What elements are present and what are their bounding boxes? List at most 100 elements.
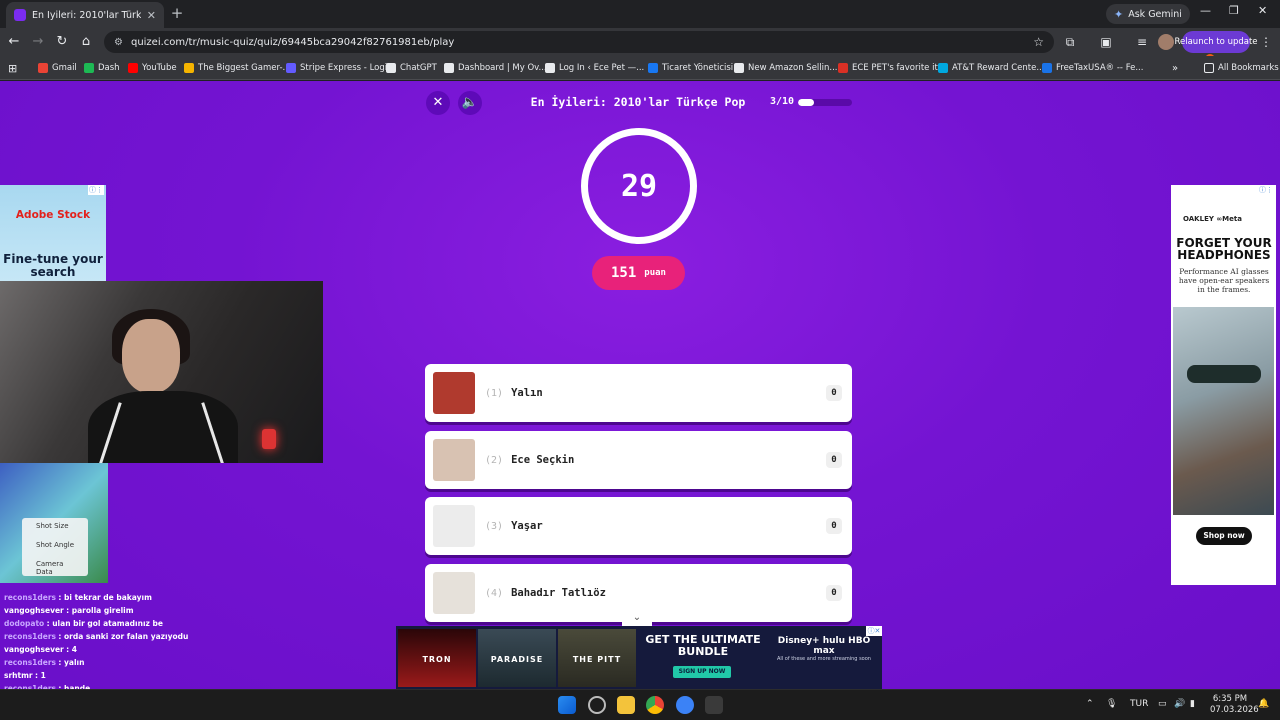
ad-poster: THE PITT [558,629,636,687]
bookmark-item[interactable]: YouTube [128,61,177,75]
bookmarks-overflow-icon[interactable]: » [1172,61,1178,75]
bookmark-item[interactable]: AT&T Reward Cente... [938,61,1044,75]
window-close-icon[interactable]: ✕ [1258,4,1267,17]
ad-info-icon[interactable]: ⓘ⋮ [88,185,104,195]
sign-up-now-button[interactable]: SIGN UP NOW [673,666,731,678]
tab-strip: En İyileri: 2010'lar Türkçe Pop - ✕ + ✦ … [0,0,1280,28]
timer-value: 29 [620,168,658,204]
question-progress-text: 3/10 [770,96,795,107]
shot-menu-item[interactable]: Camera Data [22,556,88,576]
bookmark-favicon-icon [545,63,555,73]
browser-tab-active[interactable]: En İyileri: 2010'lar Türkçe Pop - ✕ [6,2,164,28]
bookmark-item[interactable]: ChatGPT [386,61,437,75]
home-icon[interactable]: ⌂ [78,34,94,50]
relaunch-to-update-button[interactable]: Relaunch to update [1174,31,1258,53]
artist-thumbnail [433,372,475,414]
ad-info-icon[interactable]: ⓘ⋮ [1258,185,1274,195]
obs-icon[interactable] [588,696,606,714]
notifications-icon[interactable]: 🔔 [1258,699,1269,709]
bookmark-item[interactable]: Dashboard | My Ov... [444,61,547,75]
ad-tagline: Fine-tune your search [3,252,103,279]
minimize-icon[interactable]: — [1200,4,1211,17]
score-label: puan [644,268,666,278]
shot-menu-item[interactable]: Shot Angle [22,537,88,556]
grammarly-icon[interactable] [676,696,694,714]
bookmark-item[interactable]: Log In ‹ Ece Pet —... [545,61,644,75]
adobe-stock-ad[interactable]: ⓘ⋮ Adobe Stock Fine-tune your search [0,185,106,281]
bookmark-item[interactable]: Ticaret Yöneticisi [648,61,733,75]
address-bar[interactable]: ⚙ quizei.com/tr/music-quiz/quiz/69445bca… [104,31,1054,53]
system-clock[interactable]: 6:35 PM 07.03.2026 [1210,694,1259,716]
answer-option-2[interactable]: (2) Ece Seçkin 0 [425,431,852,489]
chrome-menu-icon[interactable]: ⋮ [1258,34,1274,50]
shot-menu-item[interactable]: Shot Size [22,518,88,537]
chevron-down-icon[interactable]: ⌄ [622,610,652,626]
speaker-icon[interactable]: 🔊 [1174,699,1185,709]
bookmark-item[interactable]: Stripe Express - Login [286,61,393,75]
answer-name: Yalın [511,387,543,399]
apps-grid-icon[interactable]: ⊞ [8,61,17,75]
sidepanel-icon[interactable]: ▣ [1098,34,1114,50]
close-quiz-icon[interactable]: ✕ [426,91,450,115]
meta-glasses-ad[interactable]: ⓘ⋮ OAKLEY ∞Meta FORGET YOUR HEADPHONES P… [1171,185,1276,585]
new-tab-button[interactable]: + [168,4,186,22]
camera-shot-menu[interactable]: Shot Size Shot Angle Camera Data [22,518,88,576]
bookmark-label: Ticaret Yöneticisi [662,63,734,73]
profile-avatar[interactable] [1158,34,1174,50]
file-explorer-icon[interactable] [617,696,635,714]
extensions-icon[interactable]: ⧉ [1062,34,1078,50]
shop-now-button[interactable]: Shop now [1196,527,1252,545]
chat-message: srhtmr : 1 [4,671,46,680]
bookmark-star-icon[interactable]: ☆ [1033,35,1044,49]
app-icon[interactable] [705,696,723,714]
chat-message: recons1ders : orda sanki zor falan yazıy… [4,632,188,641]
windows-start-icon[interactable] [558,696,576,714]
ad-logos: Disney+ hulu HBO max [777,636,871,656]
tab-close-icon[interactable]: ✕ [147,9,156,22]
reload-icon[interactable]: ↻ [54,34,70,50]
tray-overflow-icon[interactable]: ⌃ [1086,699,1094,709]
input-language[interactable]: TUR [1130,699,1148,709]
ask-gemini-button[interactable]: ✦ Ask Gemini [1106,4,1190,24]
ad-info-icon[interactable]: ⓘ✕ [866,626,882,636]
answer-count: 0 [826,518,842,534]
bookmark-item[interactable]: Dash [84,61,120,75]
forward-arrow-icon[interactable]: → [30,34,46,50]
ad-photo [1173,307,1274,515]
bookmark-label: ChatGPT [400,63,437,73]
site-info-icon[interactable]: ⚙ [114,37,123,48]
volume-icon[interactable]: 🔈 [458,91,482,115]
all-bookmarks[interactable]: All Bookmarks [1204,61,1279,75]
bookmark-favicon-icon [84,63,94,73]
streaming-bundle-ad[interactable]: TRON PARADISE THE PITT GET THE ULTIMATE … [396,626,882,689]
microphone-icon[interactable]: 🎙 [1106,699,1117,709]
bookmark-label: AT&T Reward Cente... [952,63,1045,73]
chrome-icon[interactable] [646,696,664,714]
ad-poster: PARADISE [478,629,556,687]
media-controls-icon[interactable]: ≡ [1134,34,1150,50]
chat-username: recons1ders [4,593,57,602]
bookmark-label: New Amazon Sellin... [748,63,838,73]
bookmark-item[interactable]: The Biggest Gamer-... [184,61,291,75]
network-icon[interactable]: ▭ [1158,699,1167,709]
bookmark-label: YouTube [142,63,177,73]
bookmark-favicon-icon [1042,63,1052,73]
chat-text: : ulan bir gol atamadınız be [46,619,163,628]
bookmark-item[interactable]: New Amazon Sellin... [734,61,838,75]
bookmark-item[interactable]: ECE PET's favorite it... [838,61,946,75]
ad-subtext: Performance AI glasses have open-ear spe… [1178,267,1270,294]
answer-option-3[interactable]: (3) Yaşar 0 [425,497,852,555]
answer-option-1[interactable]: (1) Yalın 0 [425,364,852,422]
chat-text: : bi tekrar de bakayım [58,593,152,602]
bookmark-label: Log In ‹ Ece Pet —... [559,63,645,73]
bookmark-favicon-icon [184,63,194,73]
bookmark-item[interactable]: FreeTaxUSA® -- Fe... [1042,61,1143,75]
back-arrow-icon[interactable]: ← [6,34,22,50]
maximize-icon[interactable]: ❐ [1229,4,1239,17]
battery-icon[interactable]: ▮ [1190,699,1195,709]
bookmark-favicon-icon [286,63,296,73]
bookmarks-bar: ⊞ » All Bookmarks Gmail Dash YouTube The Bi… [0,56,1280,80]
rgb-light [262,429,276,449]
bookmark-item[interactable]: Gmail [38,61,77,75]
answer-index: (3) [485,520,504,532]
